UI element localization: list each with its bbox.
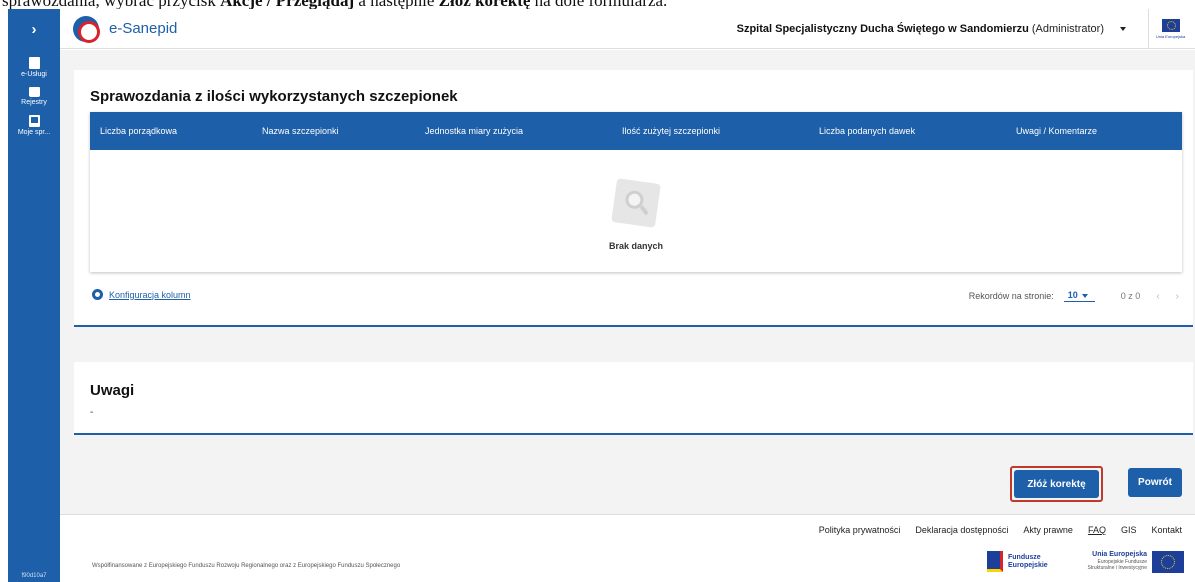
empty-state: Brak danych bbox=[90, 150, 1182, 272]
sidebar-item-moje-sprawy[interactable]: Moje spr... bbox=[8, 115, 60, 137]
eu-flag-icon bbox=[1152, 551, 1184, 573]
organization-name: Szpital Specjalistyczny Ducha Świętego w… bbox=[736, 22, 1029, 35]
fe-mark-icon bbox=[987, 551, 1003, 572]
magnifier-icon bbox=[611, 178, 661, 228]
caption-bold: Złóż korektę bbox=[439, 0, 531, 9]
caption-text: a następnie bbox=[354, 0, 439, 9]
main-content: Sprawozdania z ilości wykorzystanych szc… bbox=[60, 50, 1195, 514]
sidebar-item-label: Rejestry bbox=[21, 99, 47, 106]
footer-link-legal[interactable]: Akty prawne bbox=[1023, 525, 1073, 535]
back-button[interactable]: Powrót bbox=[1128, 468, 1182, 497]
column-header[interactable]: Jednostka miary zużycia bbox=[415, 126, 612, 136]
column-header[interactable]: Uwagi / Komentarze bbox=[1006, 126, 1182, 136]
fe-line: Fundusze bbox=[1008, 553, 1041, 561]
sidebar-item-label: e-Usługi bbox=[21, 71, 47, 78]
app-version: f90d10a7 bbox=[21, 573, 47, 579]
next-page-button[interactable]: › bbox=[1176, 291, 1179, 302]
app-name[interactable]: e-Sanepid bbox=[109, 20, 177, 37]
fundusze-europejskie-logo: Fundusze Europejskie bbox=[987, 551, 1048, 572]
footer-link-faq[interactable]: FAQ bbox=[1088, 525, 1106, 535]
footer-link-contact[interactable]: Kontakt bbox=[1151, 525, 1182, 535]
column-config-link[interactable]: Konfiguracja kolumn bbox=[92, 289, 191, 300]
sidebar-item-rejestry[interactable]: Rejestry bbox=[8, 87, 60, 107]
eu-logo: Unia Europejska bbox=[1148, 8, 1192, 49]
document-caption: sprawozdania, wybrać przycisk Akcje / Pr… bbox=[0, 0, 1195, 9]
organization-selector[interactable]: Szpital Specjalistyczny Ducha Świętego w… bbox=[737, 23, 1104, 35]
per-page-value: 10 bbox=[1067, 290, 1078, 300]
expand-sidebar-button[interactable]: › bbox=[8, 9, 60, 49]
column-header[interactable]: Liczba podanych dawek bbox=[809, 126, 1006, 136]
funding-note: Współfinansowane z Europejskiego Fundusz… bbox=[92, 563, 401, 569]
fe-line: Europejskie bbox=[1008, 561, 1048, 569]
notes-value: - bbox=[90, 407, 94, 418]
footer-link-gis[interactable]: GIS bbox=[1121, 525, 1137, 535]
footer-link-accessibility[interactable]: Deklaracja dostępności bbox=[915, 525, 1008, 535]
folder-icon bbox=[28, 87, 40, 97]
footer: Polityka prywatności Deklaracja dostępno… bbox=[60, 514, 1195, 582]
column-header[interactable]: Ilość zużytej szczepionki bbox=[612, 126, 809, 136]
bookmark-icon bbox=[28, 115, 40, 127]
eu-label: Unia Europejska bbox=[1155, 33, 1186, 39]
table-header: Liczba porządkowa Nazwa szczepionki Jedn… bbox=[90, 112, 1182, 150]
ue-line: Strukturalne i Inwestycyjne bbox=[1087, 565, 1147, 571]
chevron-down-icon bbox=[1081, 293, 1088, 298]
caption-bold: Akcje / Przeglądaj bbox=[220, 0, 354, 9]
ue-text: Unia Europejska Europejskie Fundusze Str… bbox=[1072, 551, 1147, 571]
column-header[interactable]: Liczba porządkowa bbox=[90, 126, 252, 136]
pagination: Rekordów na stronie: 10 0 z 0 ‹ › bbox=[969, 290, 1179, 302]
user-role: (Administrator) bbox=[1031, 22, 1104, 35]
chevron-down-icon[interactable] bbox=[1120, 26, 1126, 31]
caption-text: sprawozdania, wybrać przycisk bbox=[2, 0, 220, 9]
notes-title: Uwagi bbox=[90, 382, 135, 399]
submit-correction-button[interactable]: Złóż korektę bbox=[1014, 470, 1099, 498]
sidebar-item-e-uslugi[interactable]: e-Usługi bbox=[8, 57, 60, 79]
footer-link-privacy[interactable]: Polityka prywatności bbox=[819, 525, 901, 535]
fe-text: Fundusze Europejskie bbox=[1008, 554, 1048, 570]
report-title: Sprawozdania z ilości wykorzystanych szc… bbox=[90, 88, 458, 105]
caption-text: na dole formularza. bbox=[530, 0, 668, 9]
top-header: e-Sanepid Szpital Specjalistyczny Ducha … bbox=[60, 8, 1195, 49]
column-config-label[interactable]: Konfiguracja kolumn bbox=[109, 290, 191, 300]
empty-state-text: Brak danych bbox=[608, 241, 664, 251]
sidebar-item-label: Moje spr... bbox=[17, 129, 51, 136]
page-range: 0 z 0 bbox=[1120, 291, 1141, 301]
prev-page-button[interactable]: ‹ bbox=[1156, 291, 1159, 302]
sidebar: › e-Usługi Rejestry Moje spr... f90d10a7 bbox=[8, 9, 60, 582]
document-icon bbox=[28, 57, 40, 69]
ue-line: Unia Europejska bbox=[1092, 551, 1147, 558]
eu-flag-icon bbox=[1161, 18, 1180, 32]
per-page-select[interactable]: 10 bbox=[1063, 290, 1095, 302]
gear-icon bbox=[92, 289, 103, 300]
sanepid-logo-icon[interactable] bbox=[73, 15, 100, 43]
column-header[interactable]: Nazwa szczepionki bbox=[252, 126, 415, 136]
per-page-label: Rekordów na stronie: bbox=[968, 291, 1054, 301]
notes-panel: Uwagi - bbox=[74, 362, 1193, 435]
report-panel: Sprawozdania z ilości wykorzystanych szc… bbox=[74, 70, 1193, 327]
vaccine-table: Liczba porządkowa Nazwa szczepionki Jedn… bbox=[90, 112, 1182, 272]
footer-links: Polityka prywatności Deklaracja dostępno… bbox=[819, 525, 1182, 535]
